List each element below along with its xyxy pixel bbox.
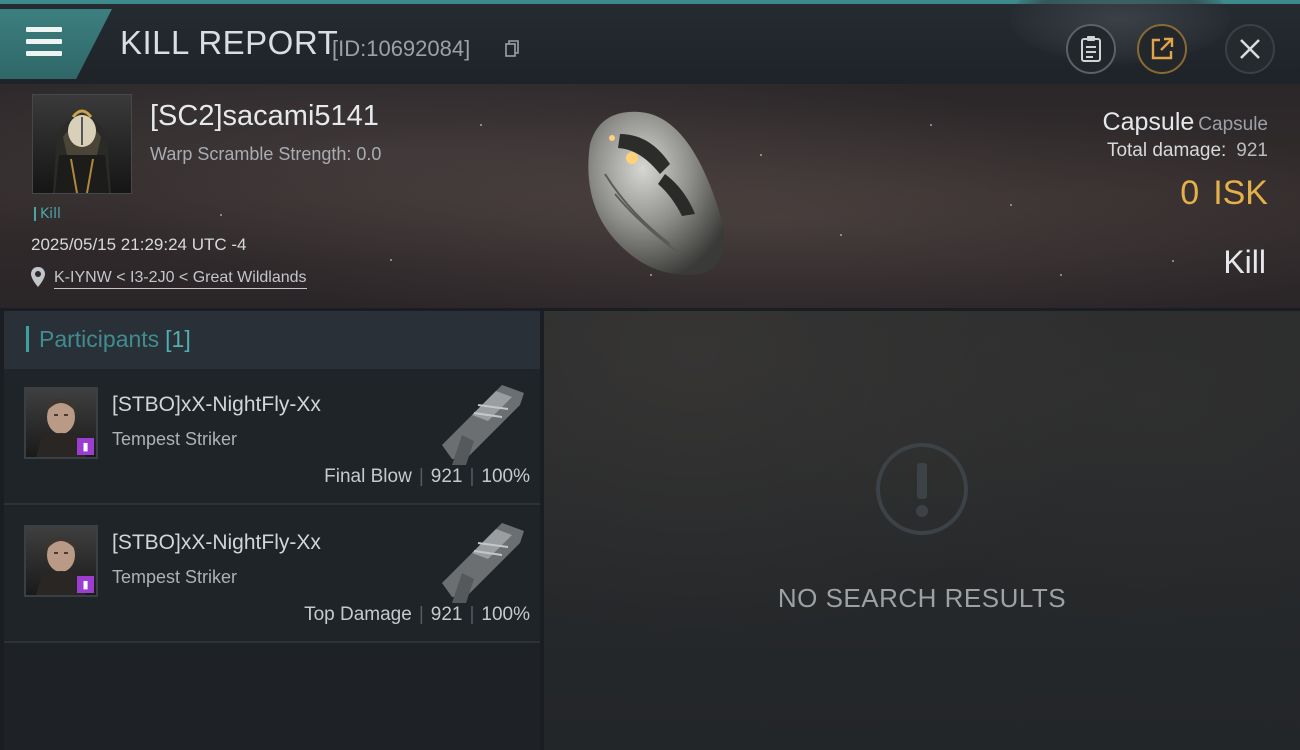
participant-avatar[interactable]: ▮ <box>24 525 98 597</box>
menu-icon <box>26 27 62 63</box>
header-bar: KILL REPORT [ID:10692084] <box>0 0 1300 84</box>
isk-unit: ISK <box>1213 174 1268 212</box>
participants-panel: Participants [1] ▮ [STBO]xX-NightFly-Xx T… <box>4 311 540 750</box>
weapon-icon <box>442 523 524 603</box>
participant-damage: 921 <box>430 604 463 625</box>
close-icon <box>1240 39 1260 59</box>
isk-amount: 0 <box>1180 174 1200 212</box>
share-button[interactable] <box>1137 24 1187 74</box>
participant-percent: 100% <box>481 466 530 487</box>
report-id: [ID:10692084] <box>332 36 471 61</box>
planet-decoration <box>1010 0 1230 64</box>
total-damage-value: 921 <box>1236 140 1268 161</box>
stats-divider: | <box>469 604 475 625</box>
capsule-ship-image <box>588 111 725 275</box>
participant-name[interactable]: [STBO]xX-NightFly-Xx <box>112 531 321 555</box>
participant-role: Final Blow <box>324 466 412 487</box>
participants-title: Participants [1] <box>26 326 191 352</box>
clipboard-icon <box>1081 36 1101 62</box>
copy-icon[interactable] <box>505 40 519 58</box>
participant-role: Top Damage <box>304 604 412 625</box>
exclamation-icon <box>876 443 968 535</box>
participant-ship: Tempest Striker <box>112 429 238 449</box>
page-title: KILL REPORT <box>120 24 339 61</box>
participant-stats: Final Blow | 921 | 100% <box>324 466 530 488</box>
participant-name[interactable]: [STBO]xX-NightFly-Xx <box>112 393 321 417</box>
total-damage-label: Total damage: <box>1106 140 1227 161</box>
participants-header: Participants [1] <box>4 311 540 369</box>
kill-datetime: 2025/05/15 21:29:24 UTC -4 <box>31 235 247 254</box>
stats-divider: | <box>418 604 424 625</box>
warp-scramble-strength: Warp Scramble Strength: 0.0 <box>150 144 382 164</box>
total-damage: Total damage: 921 <box>1107 140 1268 162</box>
participant-badge: ▮ <box>77 438 94 455</box>
victim-portrait[interactable] <box>32 94 132 194</box>
share-icon <box>1151 37 1174 60</box>
participant-ship: Tempest Striker <box>112 567 238 587</box>
participant-row[interactable]: ▮ [STBO]xX-NightFly-Xx Tempest Striker F… <box>4 369 540 505</box>
participant-stats: Top Damage | 921 | 100% <box>304 604 530 626</box>
participant-row[interactable]: ▮ [STBO]xX-NightFly-Xx Tempest Striker T… <box>4 507 540 643</box>
kill-tag: Kill <box>34 207 61 221</box>
participant-avatar[interactable]: ▮ <box>24 387 98 459</box>
kill-type-label: Kill <box>1223 244 1266 280</box>
stats-divider: | <box>469 466 475 487</box>
isk-value: 0 ISK <box>1180 174 1268 213</box>
participant-damage: 921 <box>430 466 463 487</box>
no-results-message: NO SEARCH RESULTS <box>777 583 1067 613</box>
clipboard-button[interactable] <box>1066 24 1116 74</box>
close-button[interactable] <box>1225 24 1275 74</box>
victim-name[interactable]: [SC2]sacami5141 <box>150 100 379 133</box>
participants-count: [1] <box>165 326 191 352</box>
participant-badge: ▮ <box>77 576 94 593</box>
victim-banner: [SC2]sacami5141 Warp Scramble Strength: … <box>0 84 1300 308</box>
weapon-icon <box>442 385 524 465</box>
participant-percent: 100% <box>481 604 530 625</box>
results-panel: NO SEARCH RESULTS <box>544 311 1300 750</box>
location-link[interactable]: K-IYNW < I3-2J0 < Great Wildlands <box>54 269 307 289</box>
ship-type-label: Capsule <box>1198 114 1268 135</box>
menu-button[interactable] <box>0 9 112 79</box>
participants-title-label: Participants <box>39 326 160 352</box>
ship-name: Capsule Capsule <box>1103 108 1268 137</box>
ship-name-label[interactable]: Capsule <box>1103 108 1195 136</box>
stats-divider: | <box>418 466 424 487</box>
location-pin-icon <box>31 267 45 287</box>
